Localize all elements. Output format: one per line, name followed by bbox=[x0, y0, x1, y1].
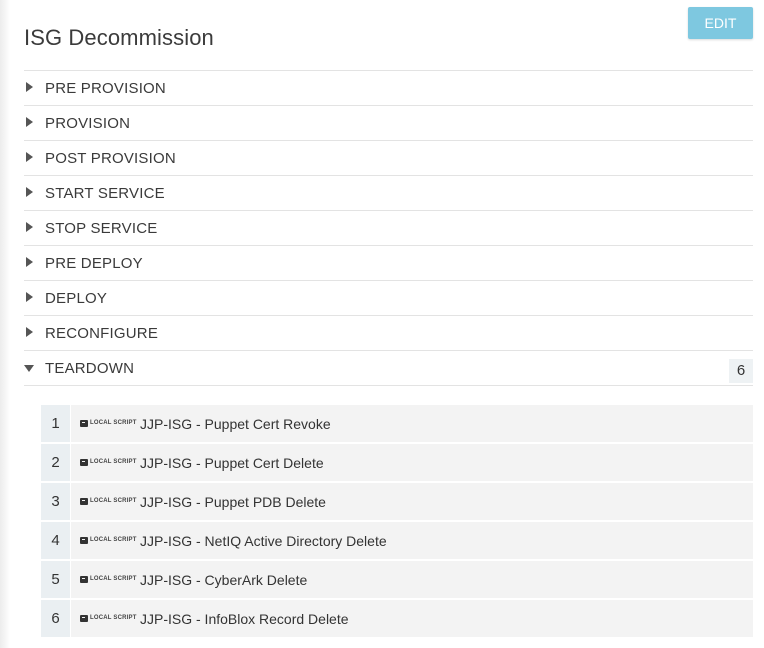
phase-row-reconfigure[interactable]: RECONFIGURE bbox=[24, 316, 753, 351]
workflow-page: ISG Decommission EDIT PRE PROVISION PROVI… bbox=[0, 0, 764, 648]
step-number: 2 bbox=[41, 444, 71, 481]
step-name[interactable]: JJP-ISG - Puppet PDB Delete bbox=[140, 494, 326, 510]
step-name[interactable]: JJP-ISG - NetIQ Active Directory Delete bbox=[140, 533, 387, 549]
step-row[interactable]: 2 LOCAL SCRIPT JJP-ISG - Puppet Cert Delet… bbox=[41, 444, 753, 481]
caret-down-icon bbox=[24, 365, 34, 372]
terminal-icon bbox=[80, 576, 88, 583]
caret-right-icon bbox=[26, 82, 33, 92]
phase-label: START SERVICE bbox=[45, 185, 165, 202]
step-type-label: LOCAL SCRIPT bbox=[90, 459, 137, 465]
step-name[interactable]: JJP-ISG - InfoBlox Record Delete bbox=[140, 611, 349, 627]
caret-right-icon bbox=[26, 292, 33, 302]
phase-label: POST PROVISION bbox=[45, 150, 176, 167]
step-name[interactable]: JJP-ISG - Puppet Cert Delete bbox=[140, 455, 324, 471]
phase-list: PRE PROVISION PROVISION POST PROVISION STAR… bbox=[24, 70, 753, 386]
step-type-label: LOCAL SCRIPT bbox=[90, 498, 137, 504]
step-number: 1 bbox=[41, 405, 71, 442]
phase-label: PRE PROVISION bbox=[45, 80, 166, 97]
terminal-icon bbox=[80, 459, 88, 466]
step-number: 5 bbox=[41, 561, 71, 598]
page-title: ISG Decommission bbox=[24, 25, 214, 50]
edit-button[interactable]: EDIT bbox=[688, 7, 753, 39]
phase-label: TEARDOWN bbox=[45, 360, 135, 377]
step-number: 4 bbox=[41, 522, 71, 559]
phase-row-provision[interactable]: PROVISION bbox=[24, 106, 753, 141]
terminal-icon bbox=[80, 498, 88, 505]
caret-right-icon bbox=[26, 327, 33, 337]
step-row[interactable]: 5 LOCAL SCRIPT JJP-ISG - CyberArk Delete bbox=[41, 561, 753, 598]
caret-right-icon bbox=[26, 117, 33, 127]
step-row[interactable]: 1 LOCAL SCRIPT JJP-ISG - Puppet Cert Revok… bbox=[41, 405, 753, 442]
step-type-label: LOCAL SCRIPT bbox=[90, 615, 137, 621]
phase-row-pre-provision[interactable]: PRE PROVISION bbox=[24, 71, 753, 106]
step-row[interactable]: 4 LOCAL SCRIPT JJP-ISG - NetIQ Active Dire… bbox=[41, 522, 753, 559]
step-number: 6 bbox=[41, 600, 71, 637]
step-row[interactable]: 3 LOCAL SCRIPT JJP-ISG - Puppet PDB Delete bbox=[41, 483, 753, 520]
phase-label: PRE DEPLOY bbox=[45, 255, 143, 272]
step-number: 3 bbox=[41, 483, 71, 520]
phase-label: STOP SERVICE bbox=[45, 220, 158, 237]
phase-row-deploy[interactable]: DEPLOY bbox=[24, 281, 753, 316]
phase-label: PROVISION bbox=[45, 115, 131, 132]
phase-label: DEPLOY bbox=[45, 290, 108, 307]
phase-row-start-service[interactable]: START SERVICE bbox=[24, 176, 753, 211]
terminal-icon bbox=[80, 615, 88, 622]
caret-right-icon bbox=[26, 257, 33, 267]
terminal-icon bbox=[80, 537, 88, 544]
phase-label: RECONFIGURE bbox=[45, 325, 159, 342]
caret-right-icon bbox=[26, 187, 33, 197]
caret-right-icon bbox=[26, 222, 33, 232]
phase-row-pre-deploy[interactable]: PRE DEPLOY bbox=[24, 246, 753, 281]
step-type-label: LOCAL SCRIPT bbox=[90, 420, 137, 426]
teardown-step-list: 1 LOCAL SCRIPT JJP-ISG - Puppet Cert Revok… bbox=[41, 405, 753, 639]
phase-row-teardown[interactable]: TEARDOWN 6 bbox=[24, 351, 753, 386]
step-type-label: LOCAL SCRIPT bbox=[90, 576, 137, 582]
step-name[interactable]: JJP-ISG - Puppet Cert Revoke bbox=[140, 416, 331, 432]
caret-right-icon bbox=[26, 152, 33, 162]
step-type-label: LOCAL SCRIPT bbox=[90, 537, 137, 543]
phase-row-post-provision[interactable]: POST PROVISION bbox=[24, 141, 753, 176]
step-count-badge: 6 bbox=[729, 359, 753, 383]
left-edge-shadow bbox=[0, 0, 10, 648]
step-row[interactable]: 6 LOCAL SCRIPT JJP-ISG - InfoBlox Record D… bbox=[41, 600, 753, 637]
terminal-icon bbox=[80, 420, 88, 427]
step-name[interactable]: JJP-ISG - CyberArk Delete bbox=[140, 572, 307, 588]
phase-row-stop-service[interactable]: STOP SERVICE bbox=[24, 211, 753, 246]
